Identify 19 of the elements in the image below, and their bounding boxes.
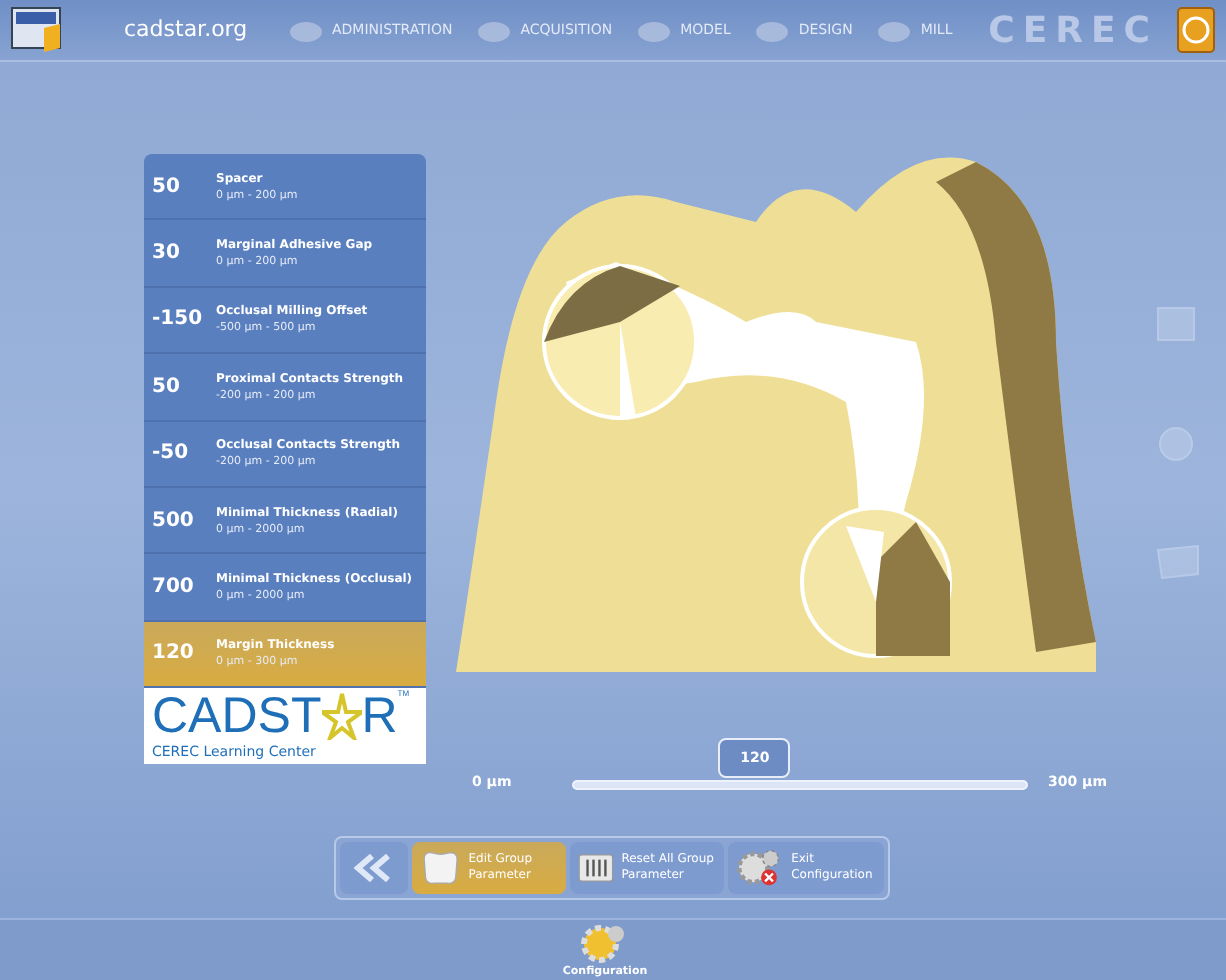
globe-icon[interactable] [1154, 422, 1198, 466]
parameter-value: 500 [150, 507, 196, 536]
parameter-value: 50 [150, 173, 182, 202]
parameter-value: 120 [150, 640, 196, 669]
gears-icon [580, 919, 629, 964]
parameter-value: 700 [150, 574, 196, 603]
parameter-value: -150 [150, 306, 205, 335]
parameter-value: -50 [150, 440, 191, 469]
double-chevron-left-icon [353, 853, 394, 882]
help-book-icon[interactable] [1174, 4, 1218, 56]
star-icon [321, 692, 362, 741]
parameter-value: 30 [150, 240, 182, 269]
logo-wordmark: CADST [152, 688, 322, 745]
brand-name: CEREC [988, 7, 1158, 55]
parameter-value: 50 [150, 373, 182, 402]
logo-wordmark: R [361, 688, 398, 745]
back-button[interactable] [340, 841, 408, 894]
site-name: cadstar.org [124, 13, 250, 46]
window-icon[interactable] [1154, 302, 1198, 346]
